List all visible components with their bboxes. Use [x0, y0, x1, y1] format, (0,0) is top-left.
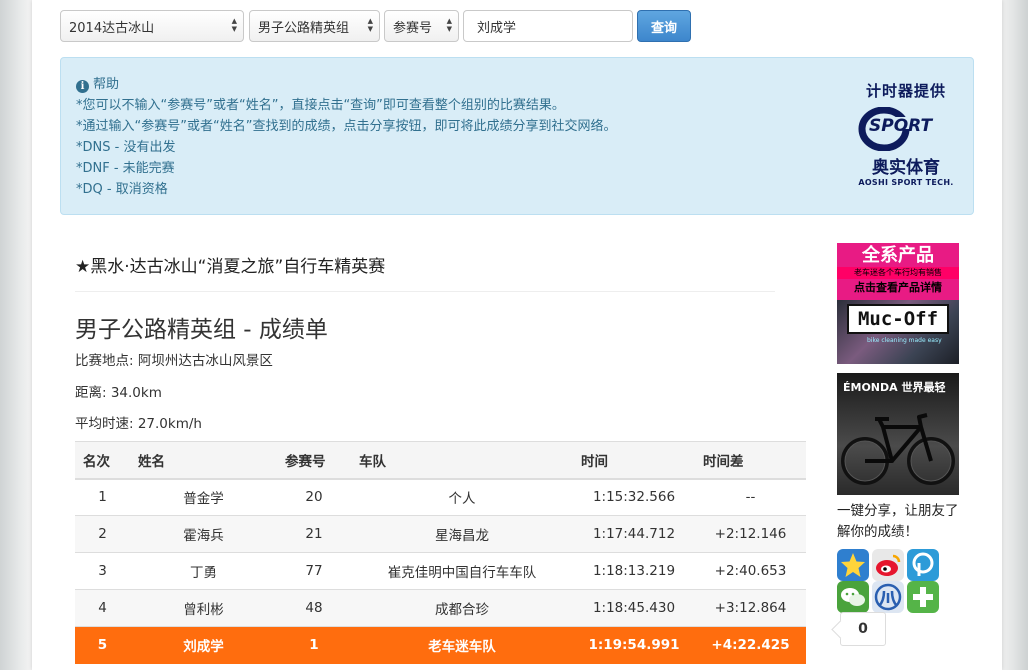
group-title: 男子公路精英组 - 成绩单	[75, 317, 328, 343]
ad1-title: 全系产品	[862, 245, 934, 266]
cell-rank: 3	[75, 552, 130, 590]
table-row: 4 曾利彬 48 成都合珍 1:18:45.430 +3:12.864	[75, 589, 806, 627]
cell-rank: 5	[75, 626, 130, 664]
weibo-share-icon[interactable]	[872, 549, 904, 581]
cell-rank: 4	[75, 589, 130, 627]
query-button[interactable]: 查询	[637, 10, 691, 42]
select-arrows-icon: ▲ ▼	[231, 17, 237, 33]
ad1-tagline: bike cleaning made easy	[867, 337, 942, 344]
results-table: 名次 姓名 参赛号 车队 时间 时间差 1 普金学 20 个人 1:15:32.…	[75, 441, 806, 664]
event-select[interactable]: 2014达古冰山 ▲ ▼	[60, 10, 244, 42]
field-select-value: 参赛号	[393, 21, 433, 36]
timing-sponsor: 计时器提供 SPORT 奥实体育 AOSHI SPORT TECH.	[853, 80, 959, 187]
event-title: ★黑水·达古冰山“消夏之旅”自行车精英赛	[75, 257, 386, 277]
col-gap: 时间差	[695, 441, 806, 480]
table-header-row: 名次 姓名 参赛号 车队 时间 时间差	[75, 441, 806, 480]
cell-bib: 21	[277, 515, 351, 553]
aoshi-logo-icon: SPORT	[853, 106, 959, 152]
muc-off-logo: Muc-Off	[847, 304, 949, 334]
bicycle-icon	[841, 413, 955, 485]
help-line: *DNS - 没有出发	[76, 140, 176, 155]
renren-share-icon[interactable]	[872, 581, 904, 613]
table-row: 3 丁勇 77 崔克佳明中国自行车车队 1:18:13.219 +2:40.65…	[75, 552, 806, 590]
select-arrows-icon: ▲ ▼	[446, 17, 452, 33]
ad1-subtitle: 老车迷各个车行均有销售	[837, 267, 959, 279]
sponsor-en: AOSHI SPORT TECH.	[858, 178, 954, 187]
sponsor-name: 奥实体育	[872, 158, 940, 178]
cell-name: 曾利彬	[130, 589, 277, 627]
cell-bib: 20	[277, 478, 351, 516]
info-icon: i	[76, 80, 89, 93]
cell-time: 1:15:32.566	[573, 478, 695, 516]
muc-off-ad[interactable]: 全系产品 老车迷各个车行均有销售 点击查看产品详情 Muc-Off bike c…	[837, 243, 959, 364]
help-line: *DQ - 取消资格	[76, 182, 168, 197]
cell-bib: 48	[277, 589, 351, 627]
more-share-icon[interactable]	[907, 581, 939, 613]
cell-gap: --	[695, 478, 806, 516]
cell-name: 丁勇	[130, 552, 277, 590]
group-select[interactable]: 男子公路精英组 ▲ ▼	[249, 10, 380, 42]
cell-time: 1:18:45.430	[573, 589, 695, 627]
cell-team: 个人	[351, 478, 573, 516]
table-row: 2 霍海兵 21 星海昌龙 1:17:44.712 +2:12.146	[75, 515, 806, 553]
cell-time: 1:18:13.219	[573, 552, 695, 590]
help-line: *通过输入“参赛号”或者“姓名”查找到的成绩，点击分享按钮，即可将此成绩分享到社…	[76, 119, 617, 134]
help-line: *您可以不输入“参赛号”或者“姓名”，直接点击“查询”即可查看整个组别的比赛结果…	[76, 98, 565, 113]
col-team: 车队	[351, 441, 573, 480]
divider	[75, 291, 775, 292]
col-bib: 参赛号	[277, 441, 351, 480]
sponsor-title: 计时器提供	[865, 82, 946, 100]
help-line: *DNF - 未能完赛	[76, 161, 175, 176]
cell-name: 刘成学	[130, 626, 277, 664]
race-avg-speed: 平均时速: 27.0km/h	[75, 416, 202, 432]
ad1-banner: 全系产品 老车迷各个车行均有销售 点击查看产品详情	[837, 243, 959, 300]
help-title-text: 帮助	[93, 77, 120, 92]
emonda-ad[interactable]: ÉMONDA 世界最轻	[837, 373, 959, 495]
cell-time: 1:19:54.991	[573, 626, 695, 664]
share-count-badge: 0	[840, 612, 886, 646]
table-row: 1 普金学 20 个人 1:15:32.566 --	[75, 478, 806, 516]
pengyou-share-icon[interactable]	[907, 549, 939, 581]
col-rank: 名次	[75, 441, 130, 480]
cell-team: 老车迷车队	[351, 626, 573, 664]
field-select[interactable]: 参赛号 ▲ ▼	[384, 10, 459, 42]
col-time: 时间	[573, 441, 695, 480]
select-arrows-icon: ▲ ▼	[367, 17, 373, 33]
share-prompt: 一键分享，让朋友了解你的成绩！	[837, 503, 959, 540]
cell-time: 1:17:44.712	[573, 515, 695, 553]
cell-name: 普金学	[130, 478, 277, 516]
help-title: i 帮助	[76, 74, 616, 95]
cell-gap: +4:22.425	[695, 626, 806, 664]
ad1-cta: 点击查看产品详情	[854, 281, 942, 294]
qzone-share-icon[interactable]	[837, 549, 869, 581]
cell-team: 成都合珍	[351, 589, 573, 627]
race-location: 比赛地点: 阿坝州达古冰山风景区	[75, 353, 273, 369]
cell-bib: 77	[277, 552, 351, 590]
table-row-highlighted: 5 刘成学 1 老车迷车队 1:19:54.991 +4:22.425	[75, 626, 806, 664]
cell-gap: +3:12.864	[695, 589, 806, 627]
cell-gap: +2:40.653	[695, 552, 806, 590]
group-select-value: 男子公路精英组	[258, 21, 350, 36]
cell-rank: 1	[75, 478, 130, 516]
name-input[interactable]: 刘成学	[463, 10, 633, 42]
help-panel: i 帮助 *您可以不输入“参赛号”或者“姓名”，直接点击“查询”即可查看整个组别的…	[60, 57, 974, 215]
help-lines: i 帮助 *您可以不输入“参赛号”或者“姓名”，直接点击“查询”即可查看整个组别的…	[76, 74, 616, 200]
cell-bib: 1	[277, 626, 351, 664]
page-container: 2014达古冰山 ▲ ▼ 男子公路精英组 ▲ ▼ 参赛号 ▲ ▼ 刘成学 查询 i 帮助…	[32, 0, 1002, 670]
cell-team: 星海昌龙	[351, 515, 573, 553]
ad1-image: Muc-Off bike cleaning made easy	[837, 300, 959, 364]
event-select-value: 2014达古冰山	[69, 21, 155, 36]
cell-gap: +2:12.146	[695, 515, 806, 553]
cell-name: 霍海兵	[130, 515, 277, 553]
sponsor-logo-text: SPORT	[869, 116, 933, 136]
wechat-share-icon[interactable]	[837, 581, 869, 613]
cell-rank: 2	[75, 515, 130, 553]
race-distance: 距离: 34.0km	[75, 385, 162, 401]
cell-team: 崔克佳明中国自行车车队	[351, 552, 573, 590]
col-name: 姓名	[130, 441, 277, 480]
